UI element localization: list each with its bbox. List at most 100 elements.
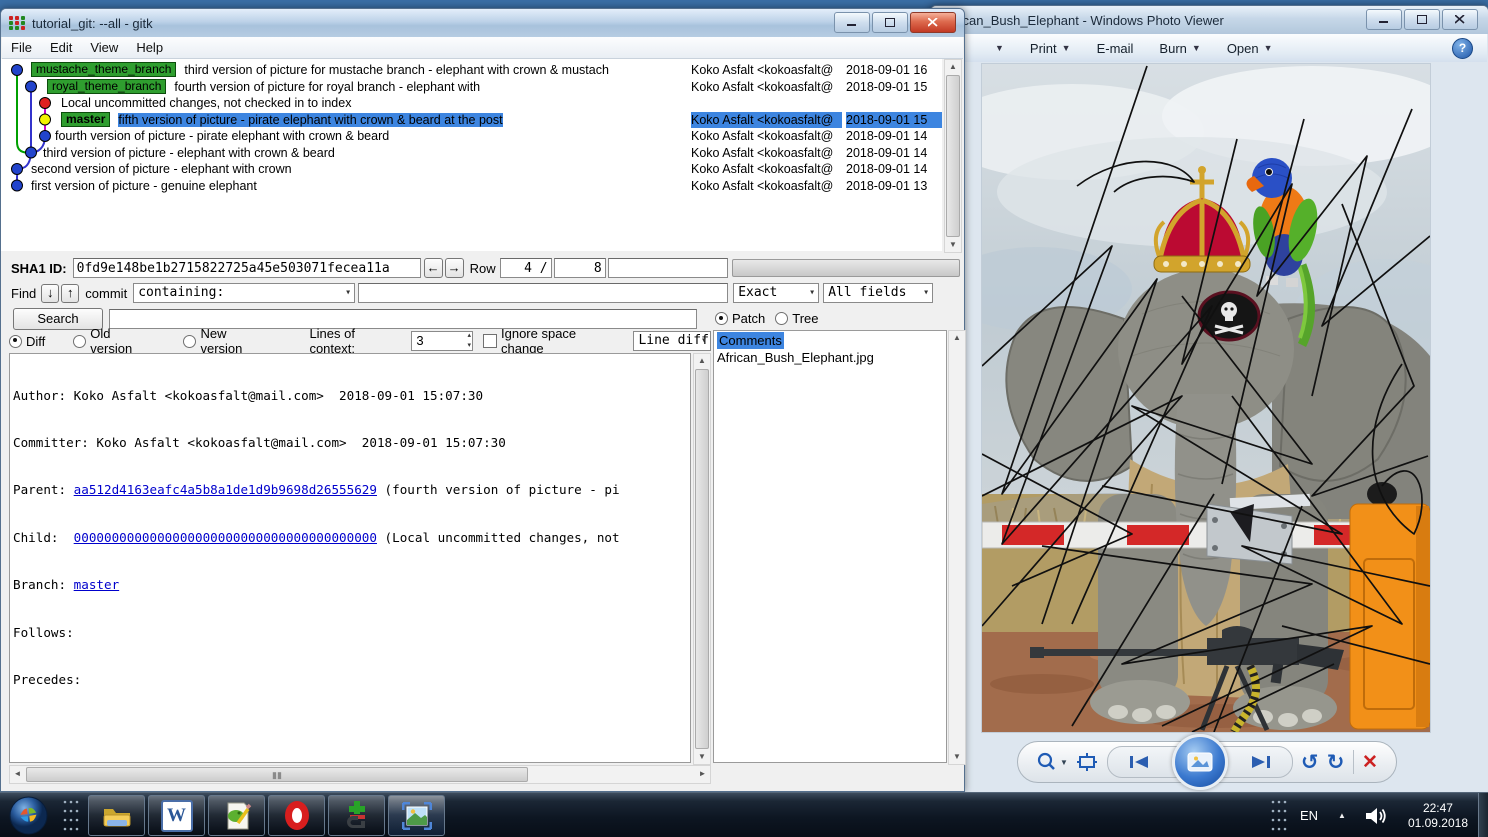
start-button[interactable] xyxy=(8,795,49,836)
rotate-counterclockwise-button[interactable]: ↺ xyxy=(1301,752,1319,773)
status-field[interactable] xyxy=(607,258,728,278)
taskbar-explorer-button[interactable] xyxy=(88,795,145,836)
chevron-down-icon: ▼ xyxy=(995,43,1004,53)
minimize-button[interactable] xyxy=(1366,9,1402,30)
menu-help[interactable]: Help xyxy=(127,40,172,55)
find-next-button[interactable]: ↓ xyxy=(41,283,60,303)
show-hidden-icons-button[interactable]: ▲ xyxy=(1338,811,1346,820)
burn-button[interactable]: Burn ▼ xyxy=(1159,41,1200,56)
all-fields-dropdown[interactable]: All fields xyxy=(823,283,934,303)
chevron-down-icon: ▼ xyxy=(1263,43,1273,53)
email-button[interactable]: E-mail xyxy=(1097,41,1134,56)
commit-row[interactable]: royal_theme_branch fourth version of pict… xyxy=(47,78,480,96)
opera-icon xyxy=(284,801,309,830)
commit-row[interactable]: first version of picture - genuine eleph… xyxy=(31,178,257,195)
clock-time: 22:47 xyxy=(1422,800,1453,815)
file-menu-button[interactable]: ▼ xyxy=(990,43,1004,53)
print-button[interactable]: Print ▼ xyxy=(1030,41,1071,56)
commit-row[interactable]: second version of picture - elephant wit… xyxy=(31,161,292,178)
containing-dropdown[interactable]: containing: xyxy=(133,283,356,303)
chevron-down-icon: ▼ xyxy=(1061,43,1071,53)
forward-button[interactable]: → xyxy=(444,258,464,278)
patch-radio[interactable] xyxy=(715,312,728,325)
menu-view[interactable]: View xyxy=(81,40,127,55)
new-version-radio[interactable] xyxy=(183,334,197,348)
delete-button[interactable]: ✕ xyxy=(1362,751,1378,774)
parent-link[interactable]: aa512d4163eafc4a5b8a1de1d9b9698d26555629 xyxy=(74,482,377,497)
sha1-label: SHA1 ID: xyxy=(11,260,67,276)
branch-link[interactable]: master xyxy=(74,577,120,592)
slideshow-button[interactable] xyxy=(1171,734,1228,790)
previous-button[interactable] xyxy=(1108,755,1170,769)
actual-size-button[interactable] xyxy=(1076,752,1098,772)
taskbar: W EN ▲ 22:47 01.09.2018 xyxy=(0,792,1488,837)
rotate-clockwise-button[interactable]: ↻ xyxy=(1327,752,1345,773)
commit-row[interactable]: third version of picture - elephant with… xyxy=(43,145,335,162)
commit-detail-pane[interactable]: Author: Koko Asfalt <kokoasfalt@mail.com… xyxy=(9,353,691,763)
taskbar-git-button[interactable] xyxy=(328,795,385,836)
open-button[interactable]: Open ▼ xyxy=(1227,41,1273,56)
ignore-space-checkbox[interactable] xyxy=(483,334,497,348)
language-indicator[interactable]: EN xyxy=(1300,808,1318,823)
back-button[interactable]: ← xyxy=(423,258,443,278)
branch-label: master xyxy=(61,111,111,127)
commit-row[interactable]: mustache_theme_branch third version of pi… xyxy=(31,62,609,79)
taskbar-word-button[interactable]: W xyxy=(148,795,205,836)
volume-icon[interactable] xyxy=(1364,806,1388,826)
tree-radio[interactable] xyxy=(775,312,789,325)
menu-file[interactable]: File xyxy=(2,40,41,55)
row-current-field[interactable] xyxy=(499,258,552,278)
photo-viewer-toolbar: ▼ Print ▼ E-mail Burn ▼ Open ▼ ? xyxy=(932,34,1487,63)
file-list-scrollbar[interactable]: ▲ ▼ xyxy=(948,330,966,765)
find-input[interactable] xyxy=(358,283,729,303)
commit-row[interactable]: Local uncommitted changes, not checked i… xyxy=(61,95,351,112)
close-button[interactable] xyxy=(1442,9,1478,30)
maximize-button[interactable] xyxy=(872,12,908,33)
tray-grip[interactable] xyxy=(1270,799,1288,832)
help-icon[interactable]: ? xyxy=(1452,38,1473,59)
child-link[interactable]: 0000000000000000000000000000000000000000 xyxy=(74,530,377,545)
gitk-window: tutorial_git: --all - gitk File Edit Vie… xyxy=(0,8,966,792)
taskbar-notepadpp-button[interactable] xyxy=(208,795,265,836)
close-button[interactable] xyxy=(910,12,956,33)
find-button[interactable]: Find xyxy=(11,286,36,301)
sha1-input[interactable] xyxy=(72,258,421,278)
taskbar-clock[interactable]: 22:47 01.09.2018 xyxy=(1408,801,1468,831)
branch-label: mustache_theme_branch xyxy=(31,62,177,77)
child-line: Child: 000000000000000000000000000000000… xyxy=(13,529,620,545)
gitk-titlebar[interactable]: tutorial_git: --all - gitk xyxy=(1,9,964,37)
file-list-panel: Comments African_Bush_Elephant.jpg xyxy=(713,330,947,763)
horizontal-scrollbar[interactable]: ◄ ▮▮ ► xyxy=(9,765,711,784)
taskbar-photo-viewer-button[interactable] xyxy=(388,795,445,836)
find-prev-button[interactable]: ↑ xyxy=(61,283,80,303)
photo-viewer-titlebar[interactable]: African_Bush_Elephant - Windows Photo Vi… xyxy=(931,6,1488,34)
commit-row-selected[interactable]: master fifth version of picture - pirate … xyxy=(61,111,503,129)
zoom-button[interactable]: ▼ xyxy=(1036,752,1068,772)
minimize-button[interactable] xyxy=(834,12,870,33)
line-diff-dropdown[interactable]: Line diff xyxy=(633,331,711,351)
diff-radio[interactable] xyxy=(9,334,22,348)
clock-date: 01.09.2018 xyxy=(1407,815,1468,830)
commit-list-scrollbar[interactable]: ▲ ▼ xyxy=(944,59,962,253)
context-spinner[interactable]: 3 xyxy=(411,331,473,351)
branch-line: Branch: master xyxy=(13,577,120,593)
barrier-cabinet xyxy=(1349,482,1430,730)
find-row: Find ↓ ↑ commit containing: Exact All fi… xyxy=(1,282,962,304)
taskbar-opera-button[interactable] xyxy=(268,795,325,836)
photo-viewer-window: African_Bush_Elephant - Windows Photo Vi… xyxy=(930,5,1488,794)
exact-dropdown[interactable]: Exact xyxy=(733,283,820,303)
commit-row[interactable]: fourth version of picture - pirate eleph… xyxy=(55,128,389,145)
toolbar-grip[interactable] xyxy=(62,799,80,832)
next-button[interactable] xyxy=(1230,755,1292,769)
row-total-field[interactable] xyxy=(553,258,606,278)
maximize-button[interactable] xyxy=(1404,9,1440,30)
detail-scrollbar[interactable]: ▲ ▼ xyxy=(693,353,711,765)
menu-edit[interactable]: Edit xyxy=(41,40,81,55)
show-desktop-button[interactable] xyxy=(1478,793,1488,837)
file-list-item-comments[interactable]: Comments xyxy=(717,332,784,349)
old-version-radio[interactable] xyxy=(73,334,87,348)
progress-bar xyxy=(731,259,960,277)
git-gui-icon xyxy=(346,800,365,828)
chevron-down-icon: ▼ xyxy=(1060,757,1068,767)
file-list-item[interactable]: African_Bush_Elephant.jpg xyxy=(717,349,946,366)
